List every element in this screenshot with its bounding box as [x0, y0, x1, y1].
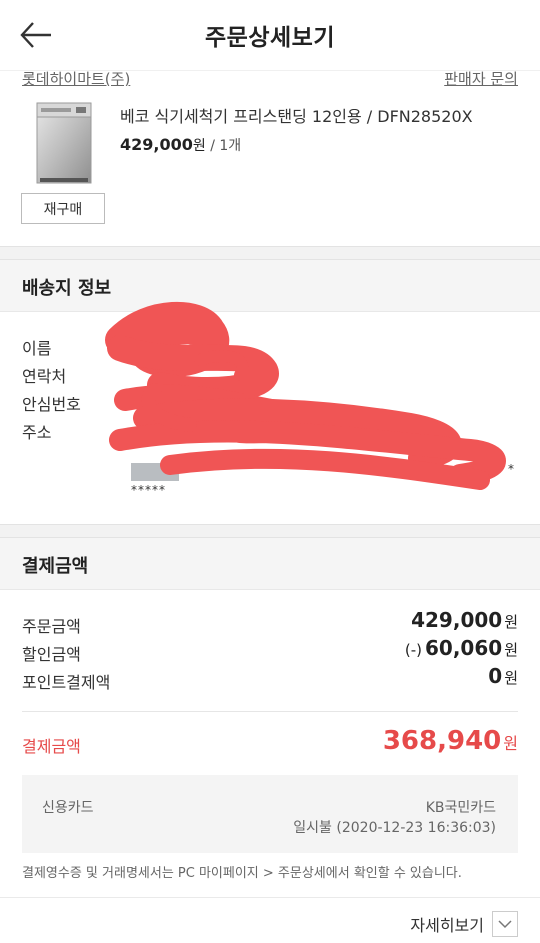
- won-unit: 원: [504, 641, 518, 659]
- discount-amount-label: 할인금액: [22, 645, 81, 664]
- price-unit: 원: [192, 138, 206, 154]
- label-contact: 연락처: [22, 367, 67, 386]
- label-name: 이름: [22, 339, 52, 358]
- product-price: 429,000원 / 1개: [120, 135, 241, 155]
- discount-amount-value: (-) 60,060 원: [405, 636, 518, 660]
- label-address: 주소: [22, 423, 52, 442]
- address-masked-2: *: [508, 462, 515, 476]
- total-amount: 368,940: [382, 726, 502, 756]
- header-bar: 주문상세보기: [0, 0, 540, 70]
- seller-contact-link[interactable]: 판매자 문의: [444, 68, 518, 89]
- label-safe-number: 안심번호: [22, 395, 81, 414]
- address-masked-1: *****: [398, 440, 433, 454]
- discount-amount: 60,060: [425, 636, 503, 660]
- redaction-scribble: [105, 301, 506, 490]
- payment-section-title: 결제금액: [22, 556, 89, 577]
- view-details-label: 자세히보기: [410, 916, 484, 935]
- payment-section-header: 결제금액: [0, 538, 540, 590]
- section-gap: [0, 246, 540, 260]
- shipping-section-header: 배송지 정보: [0, 260, 540, 312]
- payment-divider: [22, 711, 518, 712]
- page-title: 주문상세보기: [205, 25, 335, 51]
- points-amount: 0: [488, 664, 503, 688]
- rebuy-button[interactable]: 재구매: [21, 193, 105, 224]
- safe-number-value: -: [131, 392, 137, 408]
- road-address-badge: [131, 463, 179, 481]
- card-name: KB국민카드: [425, 800, 496, 816]
- card-payment-detail: 일시불 (2020-12-23 16:36:03): [293, 820, 496, 836]
- price-value: 429,000: [120, 135, 193, 154]
- details-toggle[interactable]: [492, 911, 518, 937]
- section-gap: [0, 524, 540, 538]
- receipt-notice: 결제영수증 및 거래명세서는 PC 마이페이지 > 주문상세에서 확인할 수 있…: [22, 866, 462, 881]
- product-name[interactable]: 베코 식기세척기 프리스탠딩 12인용 / DFN28520X: [120, 103, 473, 127]
- payment-method-type: 신용카드: [42, 800, 94, 816]
- points-amount-label: 포인트결제액: [22, 673, 111, 692]
- order-amount-label: 주문금액: [22, 617, 81, 636]
- total-amount-label: 결제금액: [22, 737, 81, 756]
- address-masked-3: *****: [131, 483, 166, 497]
- seller-name-link[interactable]: 롯데하이마트(주): [22, 68, 130, 89]
- payment-method-box: 신용카드 KB국민카드 일시불 (2020-12-23 16:36:03): [22, 775, 518, 853]
- points-amount-value: 0원: [488, 664, 518, 688]
- bottom-divider: [0, 897, 540, 898]
- product-quantity: / 1개: [205, 138, 242, 154]
- won-unit: 원: [503, 734, 518, 753]
- shipping-section-title: 배송지 정보: [22, 278, 112, 299]
- seller-row: 롯데하이마트(주) 판매자 문의: [22, 68, 518, 90]
- order-amount: 429,000: [411, 608, 503, 632]
- chevron-down-icon: [498, 920, 512, 929]
- view-details-button[interactable]: 자세히보기: [410, 910, 518, 938]
- won-unit: 원: [504, 669, 518, 687]
- product-image[interactable]: [36, 102, 92, 184]
- won-unit: 원: [504, 613, 518, 631]
- order-amount-value: 429,000 원: [411, 608, 518, 632]
- discount-prefix: (-): [404, 641, 422, 659]
- total-amount-value: 368,940 원: [383, 726, 518, 756]
